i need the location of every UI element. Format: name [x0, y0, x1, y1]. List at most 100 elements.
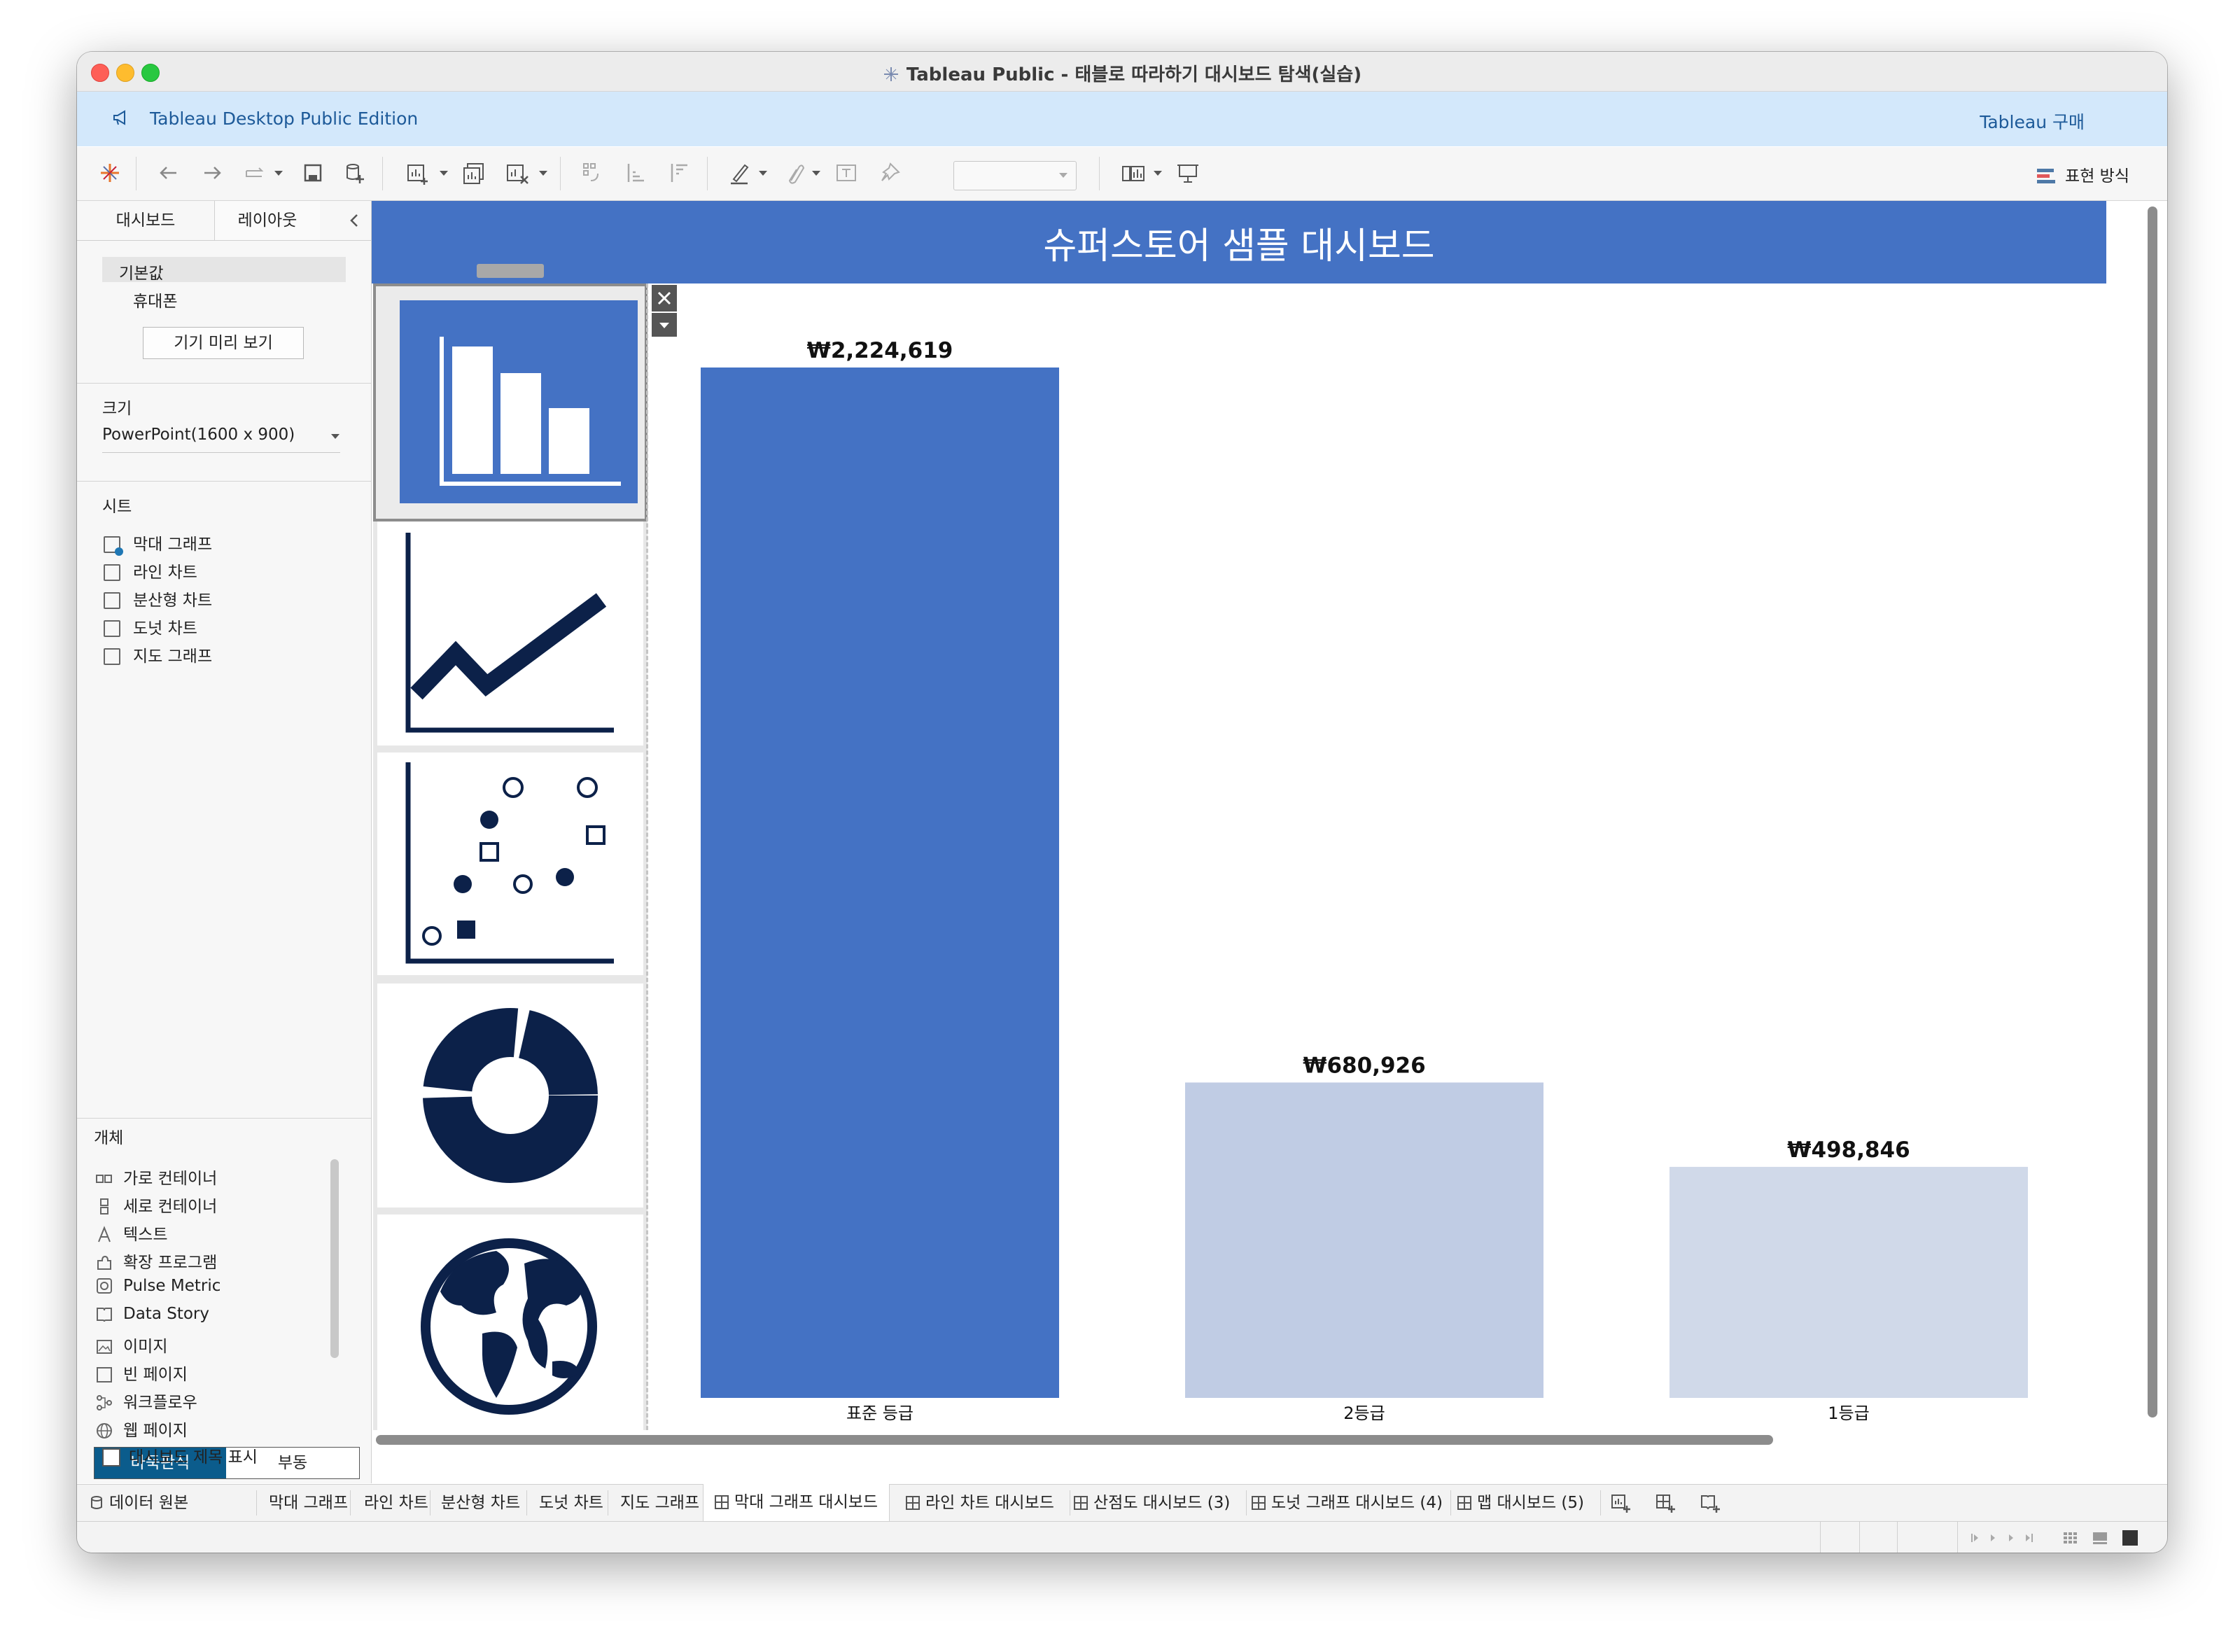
- megaphone-icon: [113, 110, 125, 125]
- sheet-tab[interactable]: 지도 그래프: [620, 1485, 699, 1521]
- object-image[interactable]: 이미지: [95, 1333, 167, 1356]
- object-text[interactable]: 텍스트: [95, 1221, 167, 1244]
- tab-dashboard[interactable]: 대시보드: [77, 201, 214, 240]
- object-workflow[interactable]: 워크플로우: [95, 1389, 197, 1412]
- pin-axes-icon[interactable]: [876, 160, 903, 186]
- nav-tile-scatter-chart[interactable]: [377, 752, 643, 975]
- sheet-tab[interactable]: 막대 그래프: [269, 1485, 348, 1521]
- object-extension[interactable]: 확장 프로그램: [95, 1249, 217, 1272]
- category-label: 1등급: [1828, 1404, 1869, 1423]
- presentation-mode-icon[interactable]: [1175, 160, 1201, 186]
- object-label: 가로 컨테이너: [123, 1170, 218, 1188]
- nav-tile-bar-chart[interactable]: [380, 295, 639, 505]
- sheet-item-donut[interactable]: 도넛 차트: [104, 615, 197, 638]
- sheet-tab[interactable]: 라인 차트 대시보드: [906, 1485, 1054, 1521]
- vertical-scrollbar[interactable]: [2148, 206, 2157, 1418]
- objects-scrollbar[interactable]: [330, 1159, 339, 1358]
- show-mark-labels-icon[interactable]: [833, 160, 860, 186]
- vertical-container-icon: [100, 1198, 108, 1214]
- bar-1[interactable]: [701, 368, 1059, 1398]
- swap-rows-columns-icon[interactable]: [580, 160, 606, 186]
- filmstrip-view-icon[interactable]: [2062, 1530, 2079, 1546]
- sheet-tab[interactable]: 도넛 그래프 대시보드 (4): [1252, 1485, 1443, 1521]
- sheet-item-bar[interactable]: 막대 그래프: [104, 531, 213, 556]
- book-icon: [97, 1308, 112, 1322]
- sort-ascending-icon[interactable]: [623, 160, 650, 186]
- clear-sheet-icon[interactable]: [504, 160, 531, 186]
- object-label: Data Story: [123, 1305, 209, 1323]
- sheet-item-map[interactable]: 지도 그래프: [104, 643, 213, 666]
- show-cards-icon[interactable]: [1120, 160, 1147, 186]
- main-toolbar: 표현 방식: [77, 147, 2167, 201]
- device-preview-button[interactable]: 기기 미리 보기: [143, 327, 304, 359]
- move-handle[interactable]: [477, 264, 544, 278]
- collapse-panel-icon[interactable]: [347, 212, 361, 229]
- side-panel-tabs: 대시보드 레이아웃: [77, 201, 371, 241]
- object-horizontal-container[interactable]: 가로 컨테이너: [95, 1165, 218, 1188]
- show-title-checkbox[interactable]: [102, 1448, 120, 1466]
- dashboard-icon: [1457, 1496, 1471, 1510]
- globe-icon: [421, 1238, 597, 1415]
- object-vertical-container[interactable]: 세로 컨테이너: [95, 1193, 218, 1216]
- object-web-page[interactable]: 웹 페이지: [95, 1417, 188, 1440]
- highlight-pen-icon[interactable]: [727, 160, 753, 186]
- nav-tile-donut-chart[interactable]: [377, 983, 643, 1208]
- object-label: Pulse Metric: [123, 1277, 221, 1295]
- new-story-icon[interactable]: [1700, 1493, 1722, 1514]
- bar-2[interactable]: [1185, 1082, 1544, 1398]
- tab-layout[interactable]: 레이아웃: [215, 201, 320, 240]
- data-source-tab[interactable]: 데이터 원본: [90, 1485, 188, 1521]
- device-phone-label[interactable]: 휴대폰: [133, 288, 177, 312]
- new-worksheet-icon[interactable]: [1610, 1493, 1632, 1514]
- undo-icon[interactable]: [155, 160, 182, 186]
- tabs-view-icon[interactable]: [2092, 1530, 2108, 1546]
- redo-icon[interactable]: [199, 160, 225, 186]
- new-worksheet-icon[interactable]: [405, 160, 431, 186]
- object-pulse-metric[interactable]: Pulse Metric: [95, 1277, 220, 1299]
- nav-tile-map-chart[interactable]: [377, 1214, 643, 1430]
- sheet-tab[interactable]: 분산형 차트: [441, 1485, 520, 1521]
- sheet-item-line[interactable]: 라인 차트: [104, 559, 197, 582]
- sheet-item-label: 지도 그래프: [133, 648, 213, 666]
- object-blank[interactable]: 빈 페이지: [95, 1361, 188, 1384]
- objects-section: 개체 가로 컨테이너 세로 컨테이너 텍스트 확장 프로그램 Pulse Met…: [77, 1118, 371, 1484]
- object-label: 빈 페이지: [123, 1366, 188, 1384]
- new-data-source-icon[interactable]: [342, 160, 368, 186]
- dashboard-header: 슈퍼스토어 샘플 대시보드: [372, 201, 2106, 284]
- sheet-tabs-bar: 데이터 원본 막대 그래프 라인 차트 분산형 차트 도넛 차트 지도 그래프 …: [77, 1484, 2167, 1521]
- duplicate-sheet-icon[interactable]: [461, 160, 487, 186]
- sheet-tab-active[interactable]: 막대 그래프 대시보드: [703, 1484, 890, 1521]
- bar-3[interactable]: [1670, 1166, 2028, 1398]
- sheet-tab[interactable]: 라인 차트: [364, 1485, 428, 1521]
- sort-descending-icon[interactable]: [666, 160, 693, 186]
- object-data-story[interactable]: Data Story: [95, 1305, 209, 1327]
- object-label: 세로 컨테이너: [123, 1198, 218, 1216]
- nav-tile-line-chart[interactable]: [377, 522, 643, 746]
- replay-icon[interactable]: [242, 160, 269, 186]
- sheet-tab[interactable]: 맵 대시보드 (5): [1457, 1485, 1584, 1521]
- donut-chart-icon: [423, 1008, 598, 1183]
- sheet-item-label: 막대 그래프: [133, 536, 213, 554]
- size-dropdown[interactable]: PowerPoint(1600 x 900): [102, 421, 340, 453]
- fit-dropdown[interactable]: [953, 161, 1077, 190]
- horizontal-scrollbar[interactable]: [376, 1435, 1773, 1445]
- tableau-logo-icon[interactable]: [97, 160, 123, 186]
- save-icon[interactable]: [300, 160, 326, 186]
- presentation-view-icon[interactable]: [2122, 1530, 2138, 1546]
- sheet-tab[interactable]: 산점도 대시보드 (3): [1074, 1485, 1230, 1521]
- sheet-item-scatter[interactable]: 분산형 차트: [104, 587, 212, 610]
- app-window: Tableau Public - 태블로 따라하기 대시보드 탐색(실습) Ta…: [77, 52, 2167, 1553]
- bar-chart: ₩2,224,619 표준 등급 ₩680,926 2등급 ₩498,846 1등급: [701, 338, 2028, 1423]
- show-title-checkbox-row[interactable]: 대시보드 제목 표시: [102, 1443, 258, 1467]
- buy-tableau-link[interactable]: Tableau 구매: [1980, 108, 2085, 134]
- sheet-tab[interactable]: 도넛 차트: [539, 1485, 603, 1521]
- sheet-navigation-icons[interactable]: [1967, 1532, 2037, 1544]
- show-me-button[interactable]: 표현 방식: [2036, 162, 2129, 187]
- new-dashboard-icon[interactable]: [1655, 1493, 1677, 1514]
- bar-chart-icon: [400, 300, 638, 503]
- dashboard-icon: [1252, 1496, 1266, 1510]
- bar-value-label: ₩498,846: [1787, 1138, 1910, 1163]
- group-members-icon[interactable]: [781, 160, 808, 186]
- device-default-row[interactable]: 기본값: [102, 257, 346, 283]
- status-bar: [77, 1521, 2167, 1553]
